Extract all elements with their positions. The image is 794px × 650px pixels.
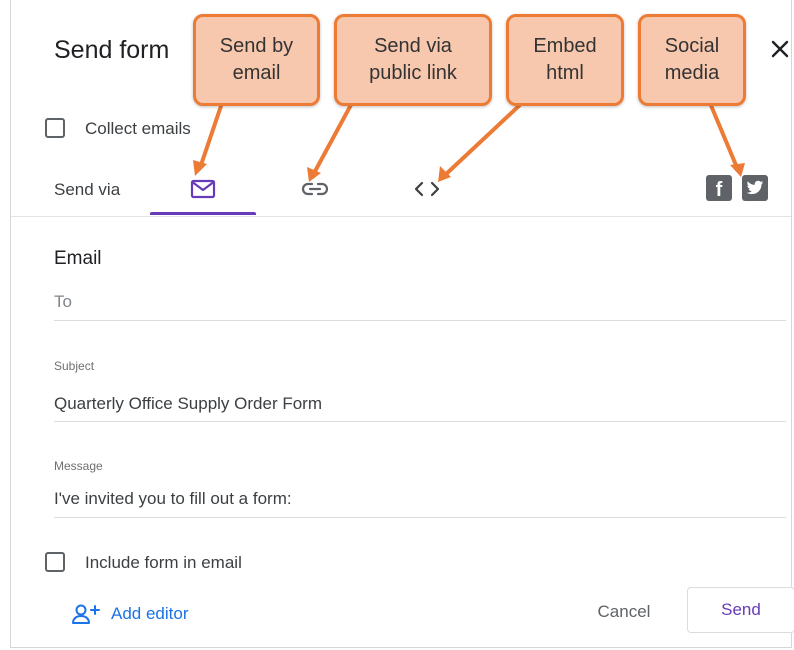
- email-section-title: Email: [54, 248, 102, 269]
- message-field[interactable]: I've invited you to fill out a form:: [54, 489, 292, 509]
- subject-label: Subject: [54, 359, 95, 373]
- callout-embed-line2: html: [546, 62, 584, 84]
- collect-emails-label: Collect emails: [85, 119, 191, 138]
- callout-link-line1: Send via: [374, 35, 452, 57]
- send-via-label: Send via: [54, 180, 121, 199]
- callout-embed-html: Embed html: [506, 14, 624, 106]
- twitter-share-button[interactable]: [742, 175, 768, 201]
- add-editor-button[interactable]: Add editor: [71, 600, 189, 628]
- callout-social-media: Social media: [638, 14, 746, 106]
- add-editor-label: Add editor: [111, 604, 189, 623]
- tab-embed[interactable]: [391, 170, 463, 208]
- mail-icon: [190, 179, 216, 199]
- close-button[interactable]: [767, 36, 793, 62]
- callout-email-line2: email: [232, 62, 281, 84]
- callout-send-via-link: Send via public link: [334, 14, 492, 106]
- to-field-underline: [54, 320, 786, 321]
- header-divider: [11, 216, 791, 217]
- add-person-icon: [72, 604, 100, 624]
- callout-send-by-email: Send by email: [193, 14, 320, 106]
- callout-embed-line1: Embed: [533, 35, 597, 57]
- tab-link[interactable]: [279, 170, 351, 208]
- link-icon: [301, 182, 329, 196]
- send-button[interactable]: Send: [687, 587, 794, 633]
- cancel-button[interactable]: Cancel: [577, 594, 671, 630]
- tab-email[interactable]: [150, 170, 256, 208]
- subject-field-underline: [54, 421, 786, 422]
- close-icon: [771, 40, 789, 58]
- subject-field[interactable]: Quarterly Office Supply Order Form: [54, 394, 322, 414]
- facebook-icon: f: [715, 178, 723, 201]
- include-form-label: Include form in email: [85, 553, 242, 572]
- include-form-checkbox[interactable]: [45, 552, 65, 572]
- to-field[interactable]: To: [54, 292, 72, 312]
- callout-social-line1: Social: [664, 35, 720, 57]
- callout-email-line1: Send by: [219, 35, 294, 57]
- callout-link-line2: public link: [369, 62, 457, 84]
- active-tab-indicator: [150, 212, 256, 215]
- message-field-underline: [54, 517, 786, 518]
- dialog-title: Send form: [54, 36, 170, 64]
- collect-emails-checkbox[interactable]: [45, 118, 65, 138]
- callout-social-line2: media: [664, 62, 720, 84]
- twitter-icon: [746, 180, 764, 195]
- message-label: Message: [54, 459, 103, 473]
- code-icon: [414, 181, 440, 197]
- facebook-share-button[interactable]: f: [706, 175, 732, 201]
